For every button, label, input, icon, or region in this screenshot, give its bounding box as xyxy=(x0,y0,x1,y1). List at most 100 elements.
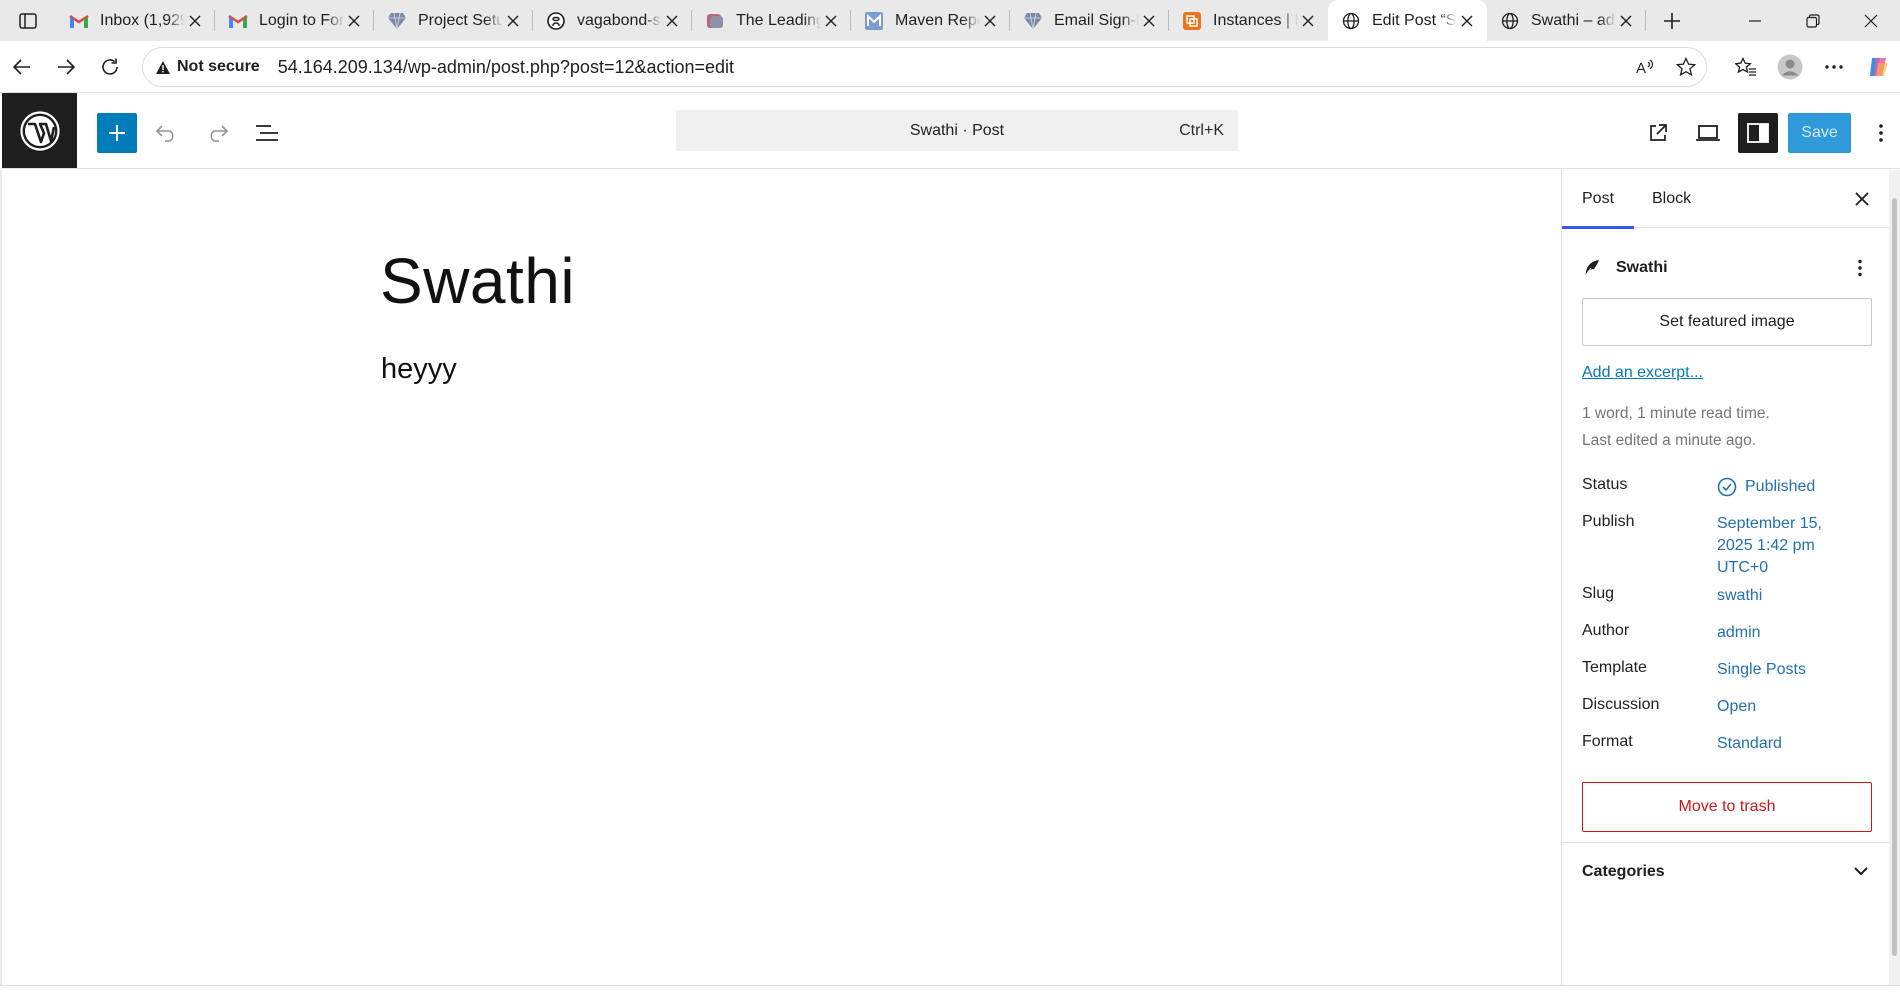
restore-button[interactable] xyxy=(1784,0,1842,41)
globe-icon xyxy=(1499,10,1521,32)
close-tab-icon[interactable] xyxy=(821,11,841,31)
browser-tab-instances[interactable]: Instances | EC2 xyxy=(1169,0,1328,41)
template-label: Template xyxy=(1582,659,1647,676)
close-tab-icon[interactable] xyxy=(1139,11,1159,31)
categories-panel-toggle[interactable]: Categories xyxy=(1562,842,1889,902)
post-card-title: Swathi xyxy=(1616,259,1668,276)
close-tab-icon[interactable] xyxy=(1616,11,1636,31)
tab-block[interactable]: Block xyxy=(1632,170,1711,228)
settings-more-button[interactable] xyxy=(1812,45,1856,89)
url-text[interactable]: 54.164.209.134/wp-admin/post.php?post=12… xyxy=(278,57,734,78)
command-palette-button[interactable]: Swathi · Post Ctrl+K xyxy=(676,110,1238,151)
sidebar-tabs: Post Block xyxy=(1562,170,1889,229)
discussion-label: Discussion xyxy=(1582,696,1660,713)
app-icon xyxy=(704,10,726,32)
browser-tab-github[interactable]: vagabond-sync xyxy=(533,0,692,41)
new-tab-button[interactable] xyxy=(1650,0,1694,41)
tab-title: The Leading xyxy=(736,11,821,29)
tab-title: Inbox (1,929) xyxy=(100,11,185,29)
format-value-button[interactable]: Standard xyxy=(1717,733,1782,755)
settings-sidebar-toggle[interactable] xyxy=(1738,113,1778,153)
browser-tab-maven[interactable]: Maven Repository xyxy=(851,0,1010,41)
globe-icon xyxy=(1340,10,1362,32)
move-to-trash-button[interactable]: Move to trash xyxy=(1582,782,1872,832)
options-menu-button[interactable] xyxy=(1862,113,1900,153)
format-label: Format xyxy=(1582,733,1633,750)
close-tab-icon[interactable] xyxy=(1298,11,1318,31)
template-value-button[interactable]: Single Posts xyxy=(1717,659,1806,681)
security-indicator[interactable]: Not secure xyxy=(155,58,260,76)
address-bar[interactable]: Not secure 54.164.209.134/wp-admin/post.… xyxy=(142,47,1707,87)
browser-tab-swathi-admin[interactable]: Swathi – admin xyxy=(1487,0,1646,41)
redo-button[interactable] xyxy=(197,113,237,153)
tab-title: vagabond-sync xyxy=(577,11,662,29)
tab-title: Instances | EC2 xyxy=(1213,11,1298,29)
sidebar-scrollbar[interactable] xyxy=(1889,170,1900,985)
tab-title: Edit Post “Swathi” xyxy=(1372,11,1457,29)
document-overview-button[interactable] xyxy=(247,113,287,153)
slug-value-button[interactable]: swathi xyxy=(1717,585,1762,607)
copilot-button[interactable] xyxy=(1856,45,1900,89)
save-button[interactable]: Save xyxy=(1788,113,1851,153)
browser-tab-project-setup[interactable]: Project Setup xyxy=(374,0,533,41)
post-actions-button[interactable] xyxy=(1848,256,1872,280)
wordpress-logo-button[interactable] xyxy=(2,93,77,168)
close-tab-icon[interactable] xyxy=(1457,11,1477,31)
close-tab-icon[interactable] xyxy=(980,11,1000,31)
block-inserter-button[interactable] xyxy=(97,113,137,153)
gmail-icon xyxy=(227,10,249,32)
close-sidebar-button[interactable] xyxy=(1843,180,1881,218)
settings-sidebar: Post Block Swathi Set featured image Add… xyxy=(1561,170,1889,985)
browser-tab-leading[interactable]: The Leading xyxy=(692,0,851,41)
forward-button[interactable] xyxy=(44,45,88,89)
close-icon xyxy=(1855,192,1869,206)
browser-tab-edit-post[interactable]: Edit Post “Swathi” xyxy=(1328,0,1487,41)
more-vertical-icon xyxy=(1858,259,1862,277)
more-vertical-icon xyxy=(1879,124,1883,142)
read-aloud-button[interactable]: A xyxy=(1626,48,1666,86)
back-arrow-icon xyxy=(12,58,30,75)
view-post-button[interactable] xyxy=(1638,113,1678,153)
undo-icon xyxy=(156,125,174,142)
status-value-button[interactable]: Published xyxy=(1717,476,1815,498)
avatar-icon xyxy=(1777,54,1803,80)
editor-canvas[interactable]: Swathi heyyy xyxy=(0,170,1561,985)
browser-tab-login[interactable]: Login to Forum xyxy=(215,0,374,41)
author-value-button[interactable]: admin xyxy=(1717,622,1761,644)
categories-title: Categories xyxy=(1582,863,1665,880)
paragraph-block[interactable]: heyyy xyxy=(381,353,457,386)
favorite-button[interactable] xyxy=(1666,48,1706,86)
close-tab-icon[interactable] xyxy=(662,11,682,31)
publish-date-line: September 15, xyxy=(1717,515,1822,532)
minimize-button[interactable] xyxy=(1726,0,1784,41)
scrollbar-thumb[interactable] xyxy=(1892,198,1897,956)
browser-tab-inbox[interactable]: Inbox (1,929) xyxy=(56,0,215,41)
tab-actions-button[interactable] xyxy=(0,0,56,41)
close-tab-icon[interactable] xyxy=(344,11,364,31)
tab-post[interactable]: Post xyxy=(1562,170,1635,229)
post-title-field[interactable]: Swathi xyxy=(380,244,575,318)
add-excerpt-link[interactable]: Add an excerpt... xyxy=(1582,364,1703,382)
browser-toolbar: Not secure 54.164.209.134/wp-admin/post.… xyxy=(0,41,1900,93)
author-label: Author xyxy=(1582,622,1630,639)
set-featured-image-button[interactable]: Set featured image xyxy=(1582,298,1872,346)
editor-footer xyxy=(0,985,1900,998)
undo-button[interactable] xyxy=(147,113,187,153)
reload-icon xyxy=(102,58,118,75)
preview-device-button[interactable] xyxy=(1688,113,1728,153)
svg-text:A: A xyxy=(1636,60,1646,76)
slug-label: Slug xyxy=(1582,585,1615,602)
publish-timezone: UTC+0 xyxy=(1717,559,1769,576)
back-button[interactable] xyxy=(0,45,44,89)
tab-title: Login to Forum xyxy=(259,11,344,29)
browser-tab-email-signin[interactable]: Email Sign-In xyxy=(1010,0,1169,41)
tab-title: Maven Repository xyxy=(895,11,980,29)
favorites-button[interactable] xyxy=(1724,45,1768,89)
discussion-value-button[interactable]: Open xyxy=(1717,696,1756,718)
profile-button[interactable] xyxy=(1768,45,1812,89)
publish-date-button[interactable]: September 15, 2025 1:42 pm UTC+0 xyxy=(1717,513,1822,579)
close-window-button[interactable] xyxy=(1842,0,1900,41)
close-tab-icon[interactable] xyxy=(185,11,205,31)
close-tab-icon[interactable] xyxy=(503,11,523,31)
reload-button[interactable] xyxy=(88,45,132,89)
